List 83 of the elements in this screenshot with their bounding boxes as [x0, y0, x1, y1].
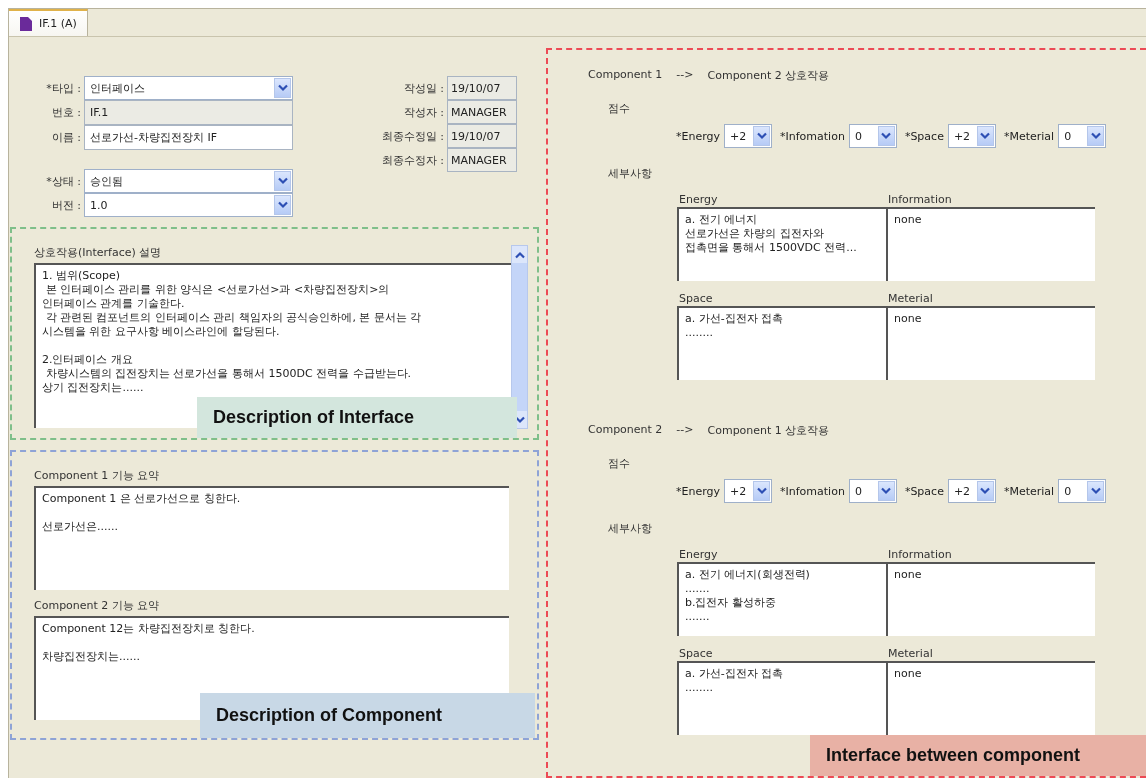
- chevron-down-icon: [881, 487, 892, 495]
- chevron-down-icon: [1090, 487, 1101, 495]
- text-area[interactable]: none: [886, 562, 1095, 636]
- chevron-down-icon: [756, 132, 767, 140]
- chevron-down-icon: [1090, 132, 1101, 140]
- heading-text: Component 2 상호작용: [707, 68, 830, 83]
- field-label: 작성자 :: [402, 104, 445, 120]
- text-area[interactable]: a. 가선-집전자 접촉 ........: [677, 661, 886, 735]
- document-icon: [19, 15, 33, 32]
- field-label: Space: [678, 647, 714, 661]
- text-field[interactable]: MANAGER: [447, 100, 517, 124]
- chevron-down-icon: [980, 487, 991, 495]
- callout-tooltip: Description of Component: [200, 693, 535, 738]
- dropdown-field[interactable]: +2: [947, 479, 996, 503]
- dropdown-field[interactable]: 0: [1058, 479, 1107, 503]
- field-label: 상호작용(Interface) 설명: [34, 245, 163, 261]
- heading-text: Component 1 상호작용: [707, 423, 830, 438]
- section-label: 점수: [608, 101, 631, 116]
- text-area[interactable]: a. 전기 에너지(회생전력) ....... b.집전자 활성하중 .......: [677, 562, 886, 636]
- dropdown-field[interactable]: 0: [848, 124, 897, 148]
- chevron-down-icon: [277, 84, 288, 92]
- field-label: *Energy: [676, 129, 720, 143]
- callout-tooltip: Description of Interface: [197, 397, 517, 438]
- field-label: Information: [887, 548, 953, 562]
- chevron-down-icon: [277, 201, 288, 209]
- field-label: Meterial: [887, 647, 934, 661]
- dropdown-field[interactable]: 1.0: [84, 193, 293, 217]
- section-label: 점수: [608, 456, 631, 471]
- chevron-down-icon: [756, 487, 767, 495]
- field-label: *타입 :: [45, 80, 82, 96]
- field-label: *Space: [904, 129, 944, 143]
- chevron-down-icon: [881, 132, 892, 140]
- field-label: 번호 :: [50, 105, 82, 120]
- callout-tooltip: Interface between component: [810, 735, 1146, 776]
- field-label: *Meterial: [1003, 129, 1055, 143]
- field-label: Energy: [678, 548, 719, 562]
- field-label: Component 2 기능 요약: [34, 598, 161, 614]
- text-field[interactable]: MANAGER: [447, 148, 517, 172]
- section-label: 세부사항: [608, 521, 653, 536]
- dropdown-field[interactable]: 승인됨: [84, 169, 293, 193]
- dropdown-field[interactable]: +2: [724, 479, 772, 503]
- field-label: *Energy: [676, 484, 720, 498]
- field-label: Meterial: [887, 292, 934, 306]
- field-label: 버전 :: [50, 197, 82, 213]
- text-area[interactable]: Component 1 은 선로가선으로 칭한다. 선로가선은......: [34, 486, 509, 590]
- text-field[interactable]: 선로가선-차량집전장치 IF: [84, 125, 293, 150]
- chevron-down-icon: [277, 177, 288, 185]
- field-label: *Space: [904, 484, 944, 498]
- heading-text: -->: [676, 423, 694, 438]
- heading-text: -->: [676, 68, 694, 83]
- chevron-down-icon: [980, 132, 991, 140]
- field-label: Space: [678, 292, 714, 306]
- text-field[interactable]: 19/10/07: [447, 124, 517, 148]
- chevron-down-icon: [514, 415, 525, 424]
- dropdown-field[interactable]: +2: [947, 124, 996, 148]
- text-area[interactable]: none: [886, 661, 1095, 735]
- field-label: *Infomation: [780, 484, 845, 498]
- field-label: 최종수정자 :: [380, 152, 445, 168]
- field-label: *상태 :: [45, 173, 82, 189]
- text-area[interactable]: none: [886, 306, 1095, 380]
- scrollbar[interactable]: [511, 245, 528, 429]
- chevron-up-icon: [514, 250, 525, 259]
- text-area[interactable]: a. 전기 에너지 선로가선은 차량의 집전자와 접촉면을 통해서 1500VDC 전력...: [677, 207, 886, 281]
- text-field[interactable]: 19/10/07: [447, 76, 517, 100]
- field-label: Energy: [678, 193, 719, 207]
- field-label: *Infomation: [780, 129, 845, 143]
- field-label: Component 1 기능 요약: [34, 468, 161, 484]
- field-label: 작성일 :: [402, 80, 445, 96]
- dropdown-field[interactable]: 0: [1058, 124, 1107, 148]
- field-label: *Meterial: [1003, 484, 1055, 498]
- heading-text: Component 1: [588, 68, 663, 83]
- field-label: 이름 :: [50, 130, 82, 145]
- dropdown-field[interactable]: +2: [724, 124, 772, 148]
- field-label: 최종수정일 :: [380, 128, 445, 144]
- section-label: 세부사항: [608, 166, 653, 181]
- text-area[interactable]: none: [886, 207, 1095, 281]
- field-label: Information: [887, 193, 953, 207]
- heading-text: Component 2: [588, 423, 663, 438]
- dropdown-field[interactable]: 인터페이스: [84, 76, 293, 100]
- text-area[interactable]: a. 가선-집전자 접촉 ........: [677, 306, 886, 380]
- text-field[interactable]: IF.1: [84, 100, 293, 125]
- document-tab[interactable]: IF.1 (A): [9, 9, 88, 36]
- dropdown-field[interactable]: 0: [848, 479, 897, 503]
